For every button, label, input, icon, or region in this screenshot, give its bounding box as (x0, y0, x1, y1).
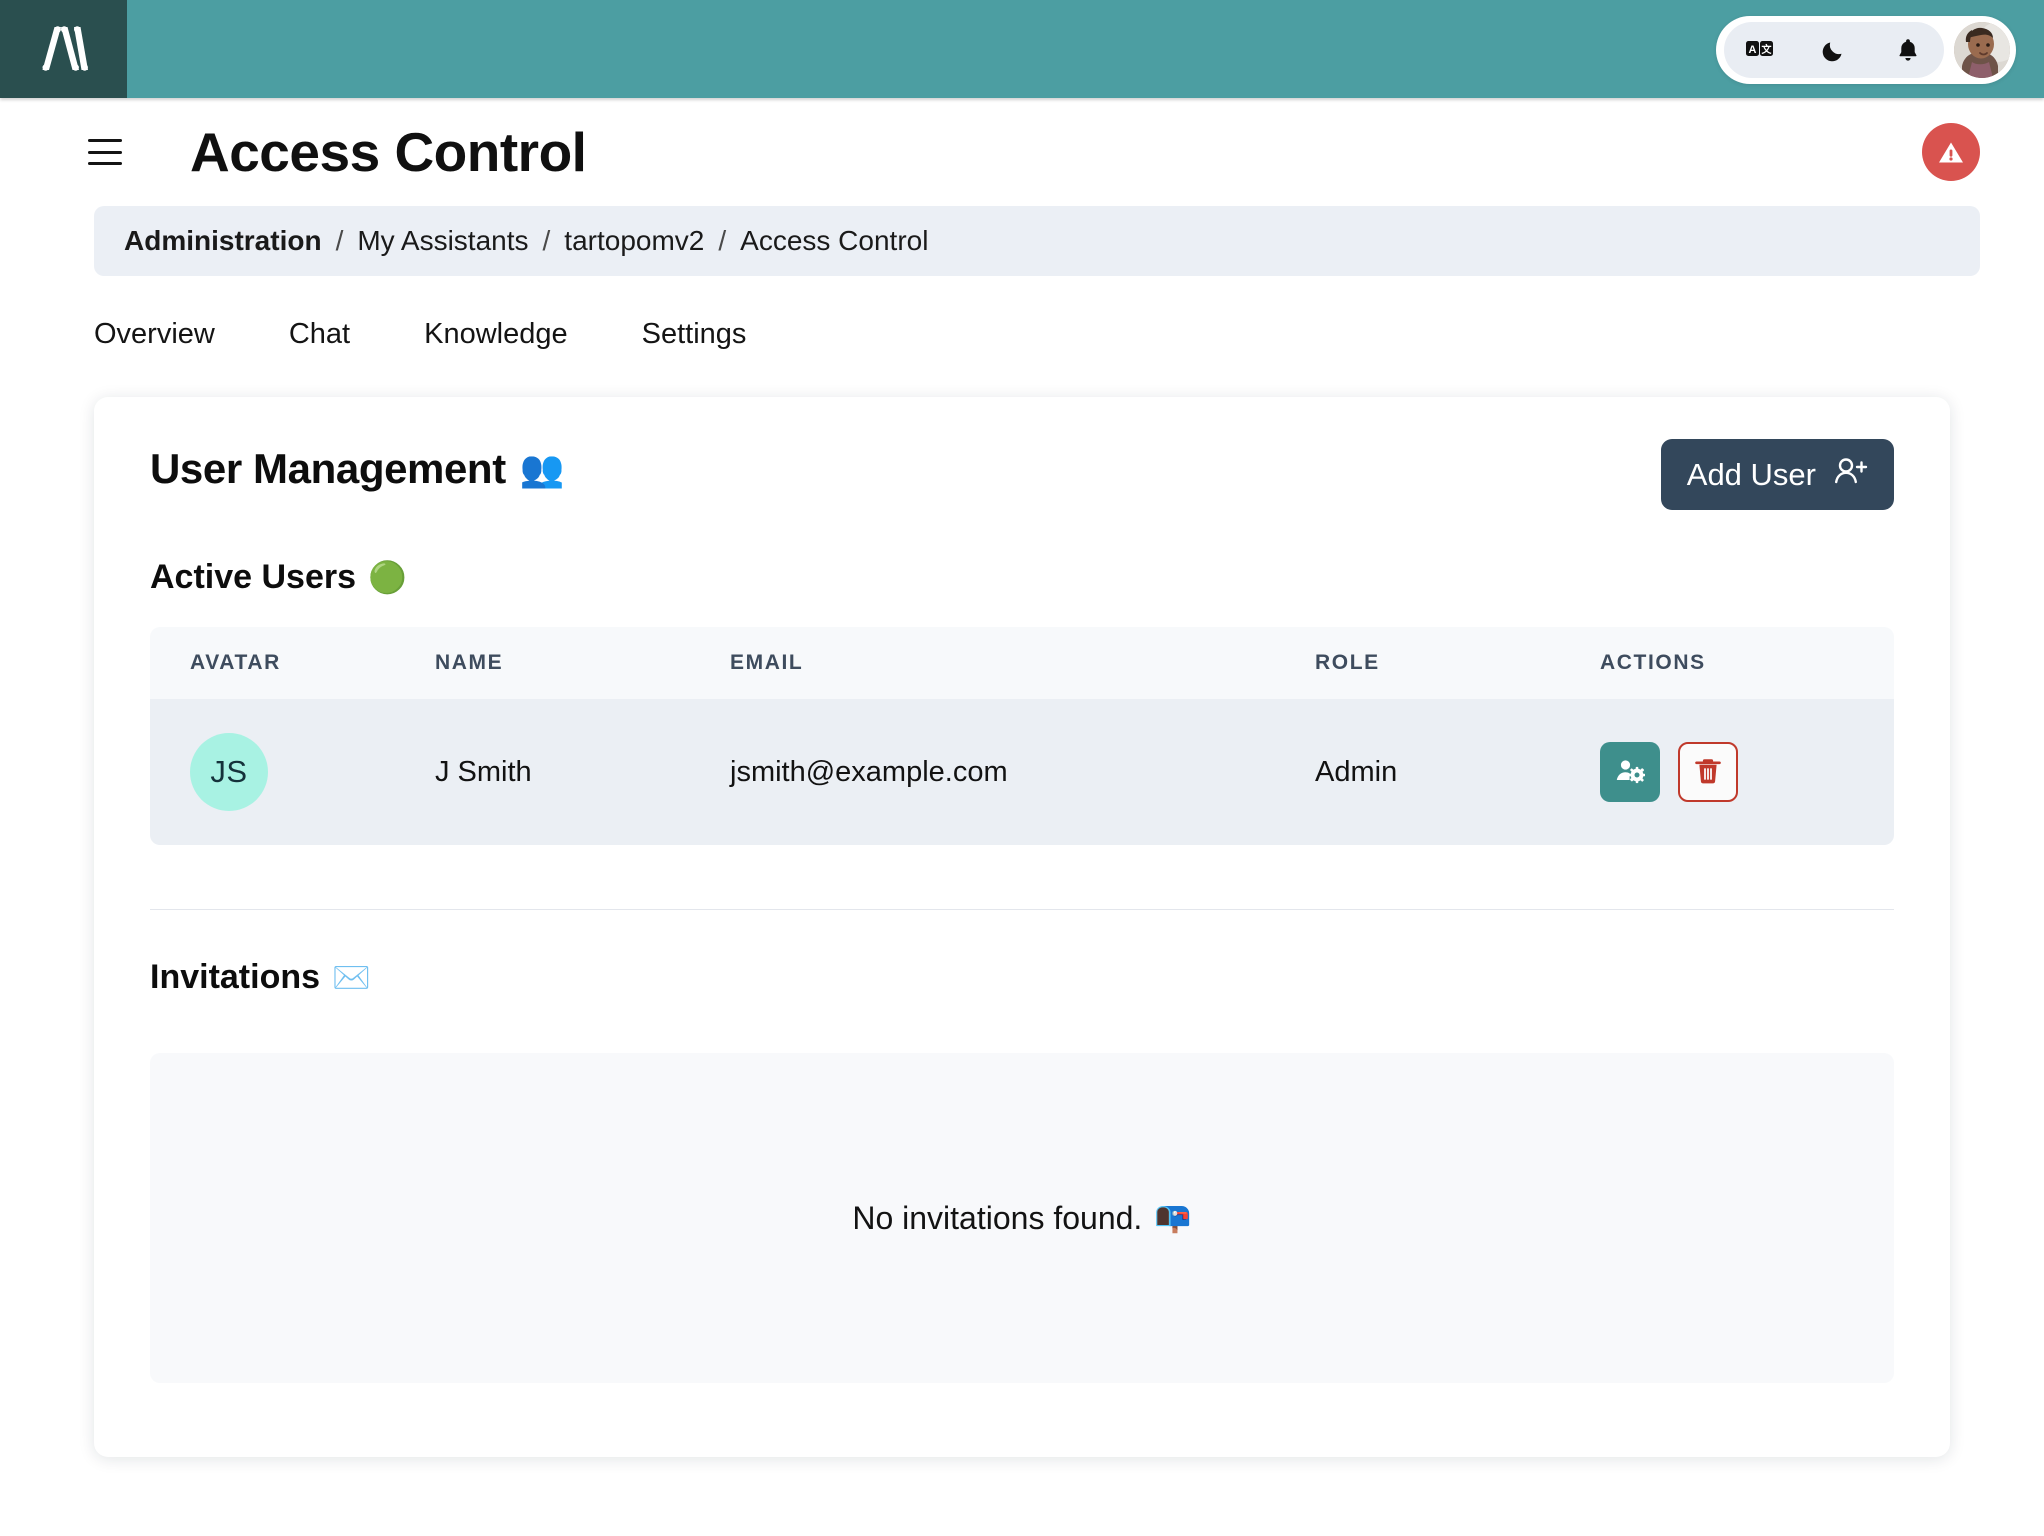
cell-role: Admin (1315, 755, 1398, 788)
green-circle-emoji-icon: 🟢 (368, 560, 407, 595)
subsection-title-active-users: Active Users 🟢 (150, 558, 1894, 597)
user-initials-avatar: JS (190, 733, 268, 811)
cell-avatar: JS (150, 699, 435, 845)
card-header: User Management 👥 Add User (150, 439, 1894, 510)
mailbox-emoji-icon: 📭 (1154, 1201, 1192, 1234)
tab-settings[interactable]: Settings (642, 308, 747, 361)
user-gear-icon (1615, 758, 1646, 787)
invitations-label: Invitations (150, 958, 321, 996)
tab-bar: Overview Chat Knowledge Settings (94, 308, 2044, 361)
cell-email: jsmith@example.com (730, 755, 1008, 788)
breadcrumb: Administration / My Assistants / tartopo… (94, 206, 1980, 276)
page-header: Access Control (0, 98, 2044, 206)
user-management-card: User Management 👥 Add User Active Users … (94, 397, 1950, 1457)
hamburger-menu-icon[interactable] (88, 139, 122, 165)
column-header-avatar: AVATAR (190, 651, 281, 674)
table-header: AVATAR NAME EMAIL ROLE ACTIONS (150, 627, 1894, 699)
table-header-row: AVATAR NAME EMAIL ROLE ACTIONS (150, 627, 1894, 699)
breadcrumb-separator: / (542, 225, 551, 256)
add-user-button-label: Add User (1686, 456, 1816, 492)
svg-text:A: A (1749, 44, 1757, 56)
people-emoji-icon: 👥 (519, 448, 565, 489)
table-body: JS J Smith jsmith@example.com Admin (150, 699, 1894, 845)
tab-overview[interactable]: Overview (94, 308, 215, 361)
cell-name: J Smith (435, 755, 532, 788)
dark-mode-icon[interactable] (1820, 36, 1848, 64)
topbar-icon-group: A 文 (1724, 22, 1944, 78)
add-user-button[interactable]: Add User (1660, 439, 1894, 510)
envelope-emoji-icon: ✉️ (332, 960, 371, 995)
column-header-role: ROLE (1315, 651, 1380, 674)
translate-icon[interactable]: A 文 (1746, 36, 1774, 64)
active-users-table: AVATAR NAME EMAIL ROLE ACTIONS JS J Smit… (150, 627, 1894, 845)
cell-actions (1600, 699, 1894, 845)
section-title-user-management: User Management 👥 (150, 445, 565, 493)
page-title: Access Control (190, 121, 587, 183)
breadcrumb-item-access-control[interactable]: Access Control (740, 225, 928, 257)
column-header-actions: ACTIONS (1600, 651, 1706, 674)
invitations-empty-text: No invitations found. (852, 1199, 1143, 1236)
breadcrumb-item-administration[interactable]: Administration (124, 225, 322, 257)
breadcrumb-item-my-assistants[interactable]: My Assistants (357, 225, 528, 257)
table-row[interactable]: JS J Smith jsmith@example.com Admin (150, 699, 1894, 845)
section-title-text: User Management (150, 445, 506, 492)
breadcrumb-item-tartopomv2[interactable]: tartopomv2 (564, 225, 704, 257)
column-header-name: NAME (435, 651, 504, 674)
subsection-title-invitations: Invitations ✉️ (150, 958, 1894, 997)
tab-knowledge[interactable]: Knowledge (424, 308, 568, 361)
trash-icon (1694, 756, 1722, 789)
user-plus-icon (1834, 456, 1868, 494)
svg-text:文: 文 (1762, 43, 1773, 56)
section-divider (150, 909, 1894, 910)
tab-chat[interactable]: Chat (289, 308, 350, 361)
active-users-label: Active Users (150, 558, 357, 596)
invitations-empty-message: No invitations found. 📭 (852, 1200, 1191, 1237)
top-bar: A 文 (0, 0, 2044, 98)
app-logo[interactable] (0, 0, 127, 98)
breadcrumb-separator: / (335, 225, 344, 256)
alert-warning-icon[interactable] (1922, 123, 1980, 181)
topbar-controls: A 文 (1716, 16, 2016, 84)
delete-user-button[interactable] (1678, 742, 1738, 802)
notifications-bell-icon[interactable] (1894, 36, 1922, 64)
column-header-email: EMAIL (730, 651, 804, 674)
breadcrumb-separator: / (718, 225, 727, 256)
avatar[interactable] (1954, 22, 2010, 78)
row-actions (1600, 742, 1894, 802)
invitations-empty-panel: No invitations found. 📭 (150, 1053, 1894, 1383)
manage-user-button[interactable] (1600, 742, 1660, 802)
